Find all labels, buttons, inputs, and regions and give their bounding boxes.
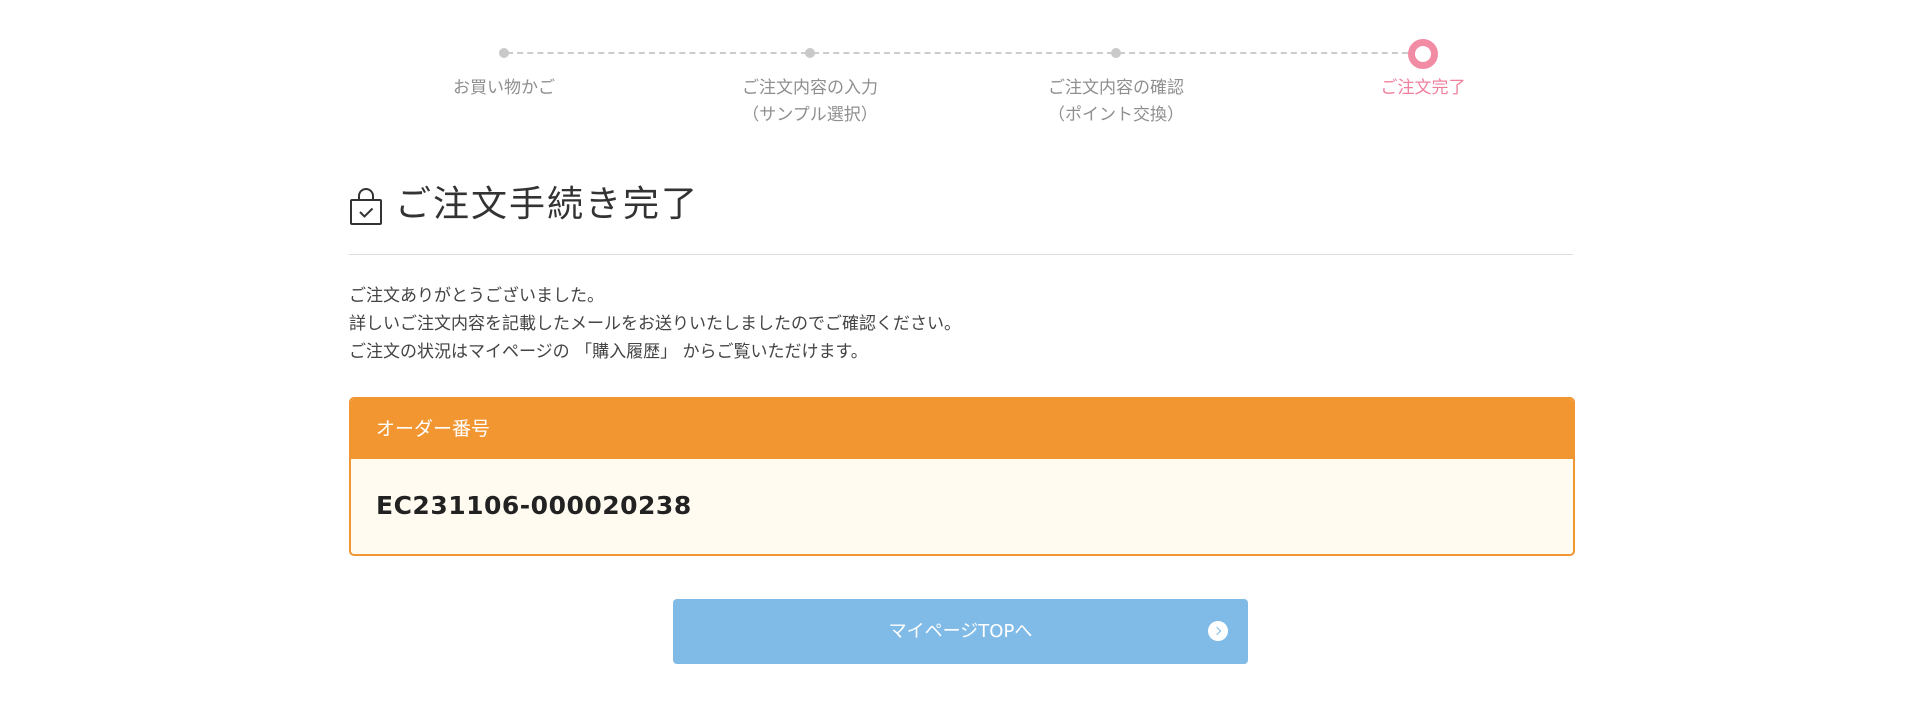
order-progress-stepper: お買い物かご ご注文内容の入力 （サンプル選択） ご注文内容の確認 （ポイント交…	[0, 0, 1920, 140]
step-dot-order-input	[805, 48, 815, 58]
page-title: ご注文手続き完了	[395, 184, 700, 225]
step-connector	[507, 52, 807, 54]
step-connector	[1119, 52, 1408, 54]
order-number-value: EC231106-000020238	[376, 491, 692, 520]
step-label-order-input: ご注文内容の入力 （サンプル選択）	[742, 78, 878, 125]
step-dot-order-complete	[1408, 39, 1438, 69]
message-line: ご注文の状況はマイページの 「購入履歴」 からご覧いただけます。	[349, 342, 868, 362]
mypage-top-button-label: マイページTOPへ	[888, 621, 1033, 642]
step-label-order-complete: ご注文完了	[1380, 78, 1466, 98]
step-connector	[813, 52, 1113, 54]
order-number-box: オーダー番号 EC231106-000020238	[349, 397, 1575, 556]
mypage-top-button[interactable]: マイページTOPへ	[673, 599, 1248, 664]
order-number-label: オーダー番号	[351, 399, 1573, 459]
shopping-bag-check-icon	[349, 188, 383, 226]
step-label-order-confirm: ご注文内容の確認 （ポイント交換）	[1048, 78, 1184, 125]
page-heading: ご注文手続き完了	[349, 180, 1573, 255]
thank-you-message: ご注文ありがとうございました。 詳しいご注文内容を記載したメールをお送りいたしま…	[349, 282, 1573, 366]
step-dot-order-confirm	[1111, 48, 1121, 58]
message-line: ご注文ありがとうございました。	[349, 286, 604, 306]
step-label-cart: お買い物かご	[453, 78, 555, 98]
step-dot-cart	[499, 48, 509, 58]
chevron-right-circle-icon	[1208, 621, 1228, 641]
message-line: 詳しいご注文内容を記載したメールをお送りいたしましたのでご確認ください。	[349, 314, 961, 334]
